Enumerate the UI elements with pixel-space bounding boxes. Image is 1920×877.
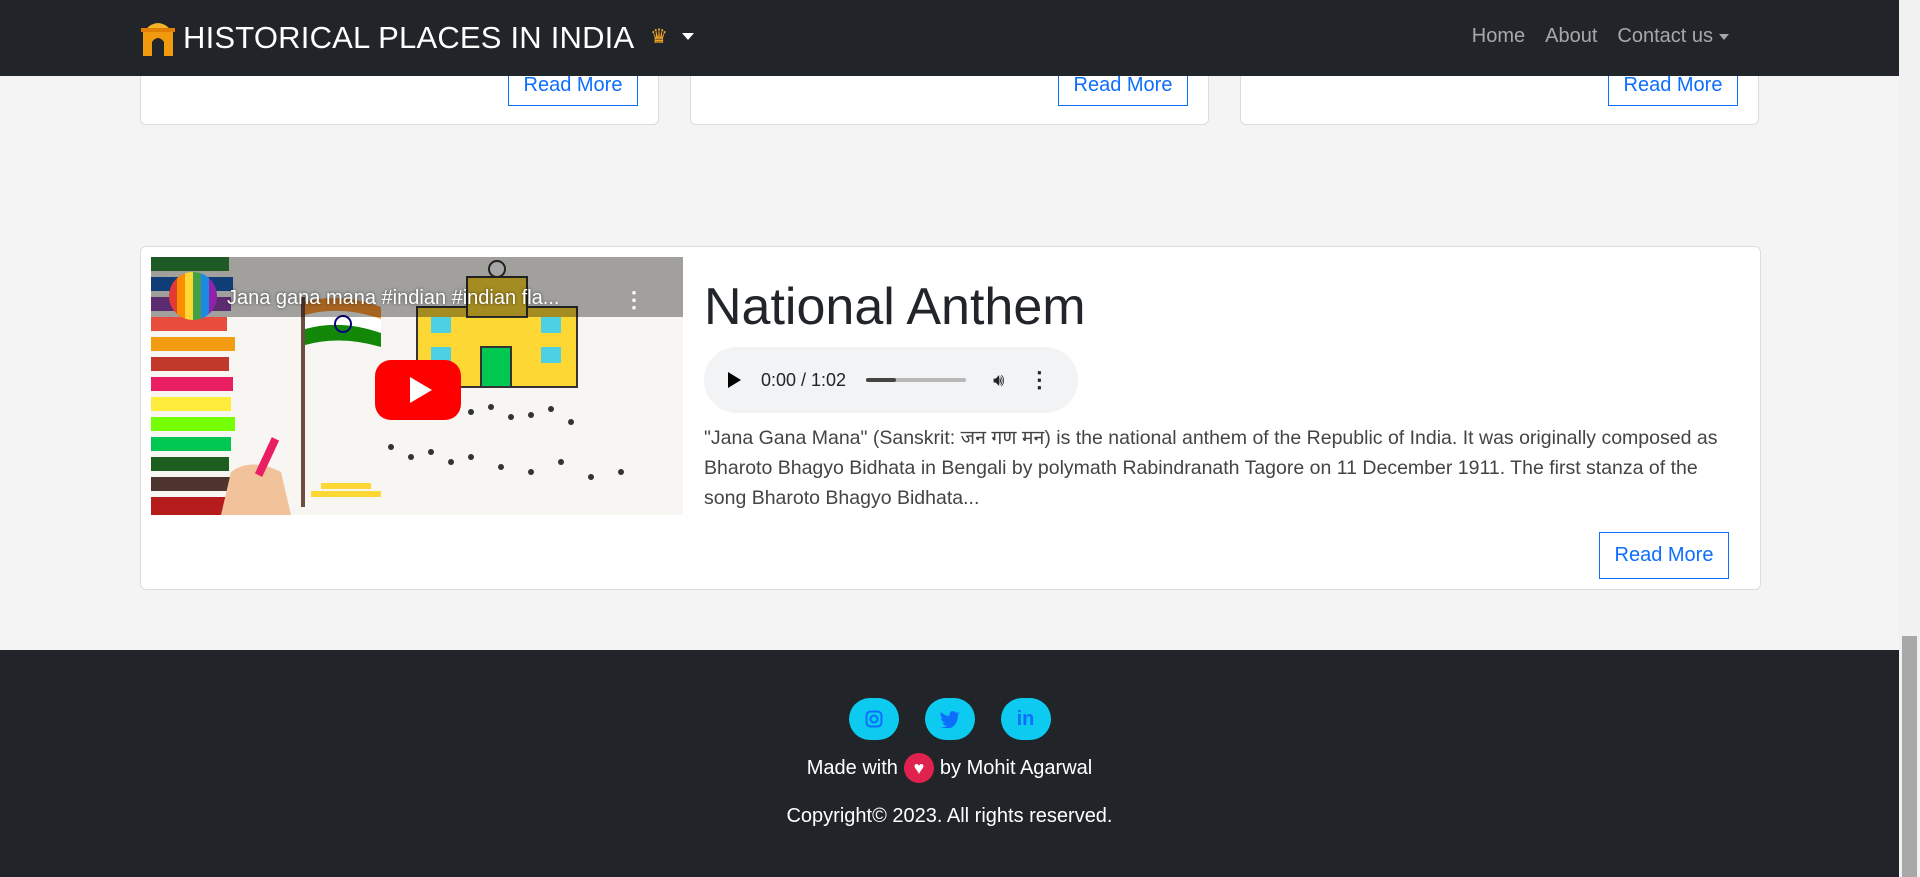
social-links: in [0,698,1899,740]
theme-dropdown-toggle[interactable]: ♛ [650,24,694,49]
heart-icon: ♥ [903,753,934,783]
anthem-description: "Jana Gana Mana" (Sanskrit: जन गण मन) is… [704,427,1718,509]
nav-contact-label: Contact us [1617,25,1713,47]
brand-title: HISTORICAL PLACES IN INDIA [183,20,635,55]
channel-avatar[interactable] [169,272,217,320]
navbar: HISTORICAL PLACES IN INDIA ♛ Home About … [0,0,1899,76]
made-with-label: Made with [806,756,898,779]
video-title[interactable]: Jana gana mana #indian #indian fla... [227,287,559,310]
copyright: Copyright© 2023. All rights reserved. [786,805,1113,827]
anthem-card: Jana gana mana #indian #indian fla... ⋮ … [140,246,1761,590]
nav-home[interactable]: Home [1472,25,1525,48]
footer: in Made with ♥ by Mohit Agarwal Copyrigh… [0,650,1899,877]
volume-icon[interactable]: 🔊︎ [993,370,1004,391]
linkedin-icon[interactable]: in [1000,698,1051,740]
brand-link[interactable]: HISTORICAL PLACES IN INDIA [141,18,634,58]
more-vertical-icon[interactable]: ⋮ [623,287,645,313]
monument-icon [141,23,175,56]
youtube-play-icon[interactable] [375,360,461,420]
audio-seek-progress [866,378,897,382]
instagram-icon[interactable] [848,698,899,740]
twitter-icon[interactable] [924,698,975,740]
audio-seek-slider[interactable] [866,378,967,382]
nav-contact-dropdown[interactable]: Contact us [1617,25,1729,48]
chevron-down-icon [1719,33,1729,40]
more-vertical-icon[interactable]: ⋮ [1028,367,1050,393]
section-title: National Anthem [704,278,1086,336]
author-label: by Mohit Agarwal [939,756,1093,779]
crown-icon: ♛ [650,26,668,48]
nav-about[interactable]: About [1545,25,1597,48]
audio-player[interactable]: 0:00 / 1:02 🔊︎ ⋮ [704,347,1078,413]
channel-avatar-image [169,272,217,320]
audio-time: 0:00 / 1:02 [761,369,847,390]
read-more-button[interactable]: Read More [1599,532,1729,579]
nav-links: Home About Contact us [1452,25,1729,48]
made-with-text: Made with ♥ by Mohit Agarwal [0,753,1899,783]
chevron-down-icon [681,33,694,40]
scrollbar-thumb[interactable] [1902,636,1917,877]
play-icon[interactable] [728,372,741,388]
youtube-video-embed[interactable]: Jana gana mana #indian #indian fla... ⋮ [151,257,683,515]
page-scrollbar[interactable] [1899,0,1920,877]
